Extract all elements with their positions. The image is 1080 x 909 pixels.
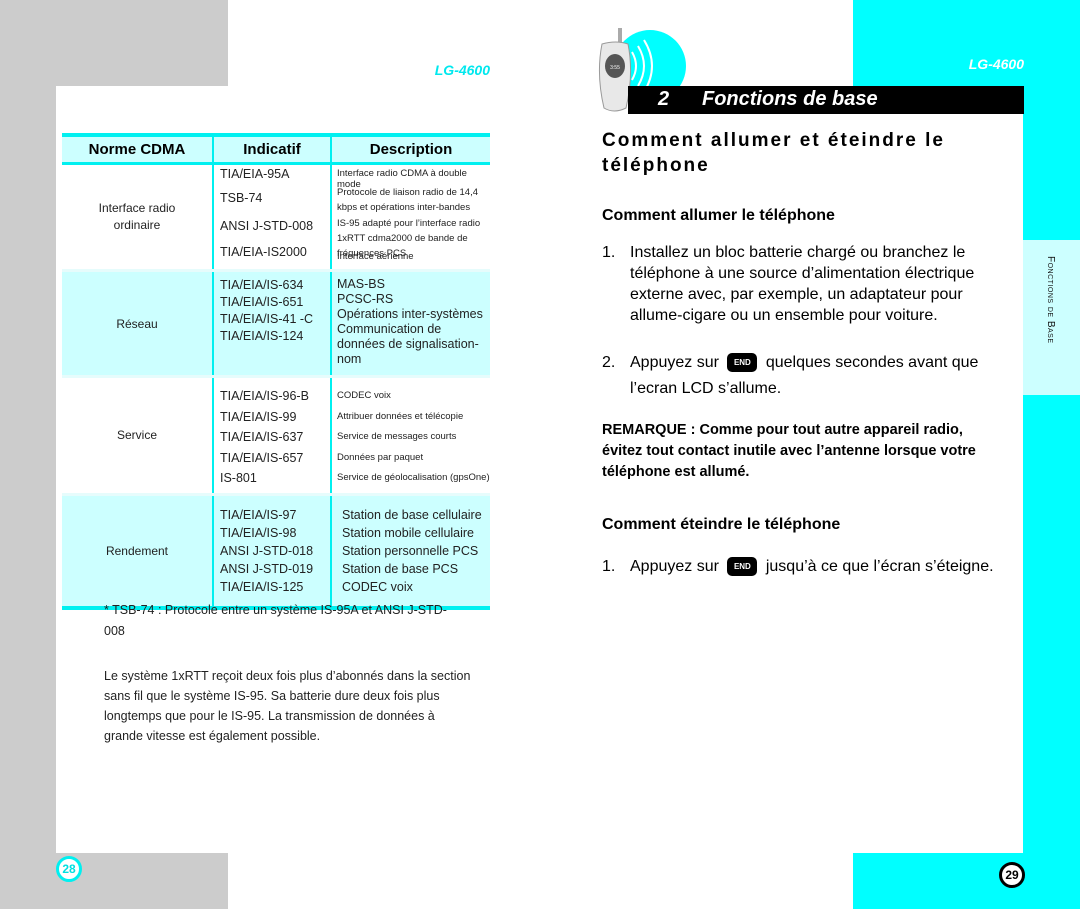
page-number-29: 29 [999,862,1025,888]
norme-cell: Réseau [62,270,213,378]
table-group-service: Service TIA/EIA/IS-96-B TIA/EIA/IS-99 TI… [62,376,490,496]
table-group-interface-radio: Interface radio ordinaire TIA/EIA-95A TS… [62,163,490,272]
description: Station de base PCS [342,561,459,576]
indicatif: ANSI J-STD-008 [220,219,314,233]
indicatif: TIA/EIA/IS-98 [220,525,297,540]
indicatif-cell: TIA/EIA/IS-97 TIA/EIA/IS-98 ANSI J-STD-0… [212,494,331,610]
step-number: 2. [602,354,616,371]
right-page-bottom-decoration [853,853,1080,909]
norme-cell: Service [62,376,213,496]
end-key-icon: END [727,557,758,577]
end-key-icon: END [727,353,758,373]
description: CODEC voix [342,579,413,594]
remarque-note: REMARQUE : Comme pour tout autre apparei… [602,422,976,480]
indicatif: TIA/EIA/IS-124 [220,329,304,343]
power-off-step-1: 1. Appuyez sur END jusqu’à ce que l’écra… [602,556,1002,578]
norme-cell: Rendement [62,494,213,610]
table-header-row: Norme CDMA Indicatif Description [62,137,490,165]
indicatif: TIA/EIA/IS-99 [220,409,297,424]
chapter-side-tab-label: Fonctions de Base [1045,256,1056,344]
indicatif: ANSI J-STD-018 [220,543,314,558]
description: Service de messages courts [337,431,457,442]
indicatif: TIA/EIA-95A [220,167,290,181]
indicatif: TIA/EIA/IS-125 [220,579,304,594]
description: Interface aérienne [337,251,414,262]
step-text-after: jusqu’à ce que l’écran s’éteigne. [765,558,994,575]
table-group-reseau: Réseau TIA/EIA/IS-634 TIA/EIA/IS-651 TIA… [62,270,490,378]
description: Service de géolocalisation (gpsOne) [337,472,490,483]
table-group-rendement: Rendement TIA/EIA/IS-97 TIA/EIA/IS-98 AN… [62,494,490,610]
subsection-power-off-title: Comment éteindre le téléphone [602,516,841,533]
description-cell: Station de base cellulaire Station mobil… [330,494,490,610]
header-indicatif: Indicatif [212,137,331,165]
indicatif: TIA/EIA/IS-651 [220,295,304,309]
subsection-power-on-title: Comment allumer le téléphone [602,207,835,224]
chapter-number: 2 [658,88,670,110]
left-page-model-label: LG-4600 [434,62,490,78]
description: Communication de données de signalisatio… [337,322,479,366]
step-text-before: Appuyez sur [630,354,719,371]
description: Station mobile cellulaire [342,525,475,540]
indicatif: IS-801 [220,471,257,485]
svg-text:3:55: 3:55 [610,65,620,71]
norme-cell: Interface radio ordinaire [62,163,213,272]
description: Station personnelle PCS [342,543,479,558]
indicatif-cell: TIA/EIA/IS-634 TIA/EIA/IS-651 TIA/EIA/IS… [212,270,331,378]
description: MAS-BS [337,277,385,291]
indicatif: TIA/EIA/IS-96-B [220,389,309,403]
description: Attribuer données et télécopie [337,410,464,422]
right-page-side-decoration [1023,86,1080,909]
left-page-bottom-decoration [56,853,228,909]
description: Opérations inter-systèmes [337,307,483,321]
indicatif: TIA/EIA/IS-97 [220,507,297,522]
chapter-title: Fonctions de base [702,88,878,110]
left-page-side-decoration [0,86,56,909]
step-text-before: Appuyez sur [630,558,719,575]
indicatif: TIA/EIA/IS-634 [220,278,304,292]
description-cell: Interface radio CDMA à double mode Proto… [330,163,490,272]
header-description: Description [330,137,490,165]
indicatif: TSB-74 [220,191,263,205]
left-page-top-decoration [0,0,228,86]
description: PCSC-RS [337,292,394,306]
step-text: Installez un bloc batterie chargé ou bra… [630,244,975,324]
page-number-28: 28 [56,856,82,882]
power-on-step-2: 2. Appuyez sur END quelques secondes ava… [602,350,1002,402]
description: Interface radio CDMA à double mode [337,168,467,190]
description: IS-95 adapté pour l’interface radio 1xRT… [337,218,481,259]
indicatif: TIA/EIA-IS2000 [220,245,307,259]
indicatif: TIA/EIA/IS-637 [220,430,304,444]
right-page-model-label: LG-4600 [968,56,1024,72]
right-page-top-decoration [853,0,1080,86]
description: Protocole de liaison radio de 14,4 kbps … [337,187,479,213]
indicatif: ANSI J-STD-019 [220,561,314,576]
indicatif: TIA/EIA/IS-657 [220,450,304,465]
body-paragraph: Le système 1xRTT reçoit deux fois plus d… [104,669,471,743]
table-footnote: * TSB-74 : Protocole entre un système IS… [104,603,447,638]
step-number: 1. [602,558,616,575]
header-norme: Norme CDMA [62,137,213,165]
indicatif-cell: TIA/EIA/IS-96-B TIA/EIA/IS-99 TIA/EIA/IS… [212,376,331,496]
step-number: 1. [602,244,616,261]
description: Données par paquet [337,451,424,463]
indicatif-cell: TIA/EIA-95A TSB-74 ANSI J-STD-008 TIA/EI… [212,163,331,272]
description: Station de base cellulaire [342,507,482,522]
description-cell: CODEC voix Attribuer données et télécopi… [330,376,490,496]
power-on-step-1: 1. Installez un bloc batterie chargé ou … [602,242,1002,326]
description: CODEC voix [337,390,391,401]
indicatif: TIA/EIA/IS-41 -C [220,312,314,326]
description-cell: MAS-BS PCSC-RS Opérations inter-systèmes… [330,270,490,378]
cdma-standards-table: Norme CDMA Indicatif Description Interfa… [62,133,490,610]
section-heading: Comment allumer et éteindre le téléphone [602,130,945,176]
